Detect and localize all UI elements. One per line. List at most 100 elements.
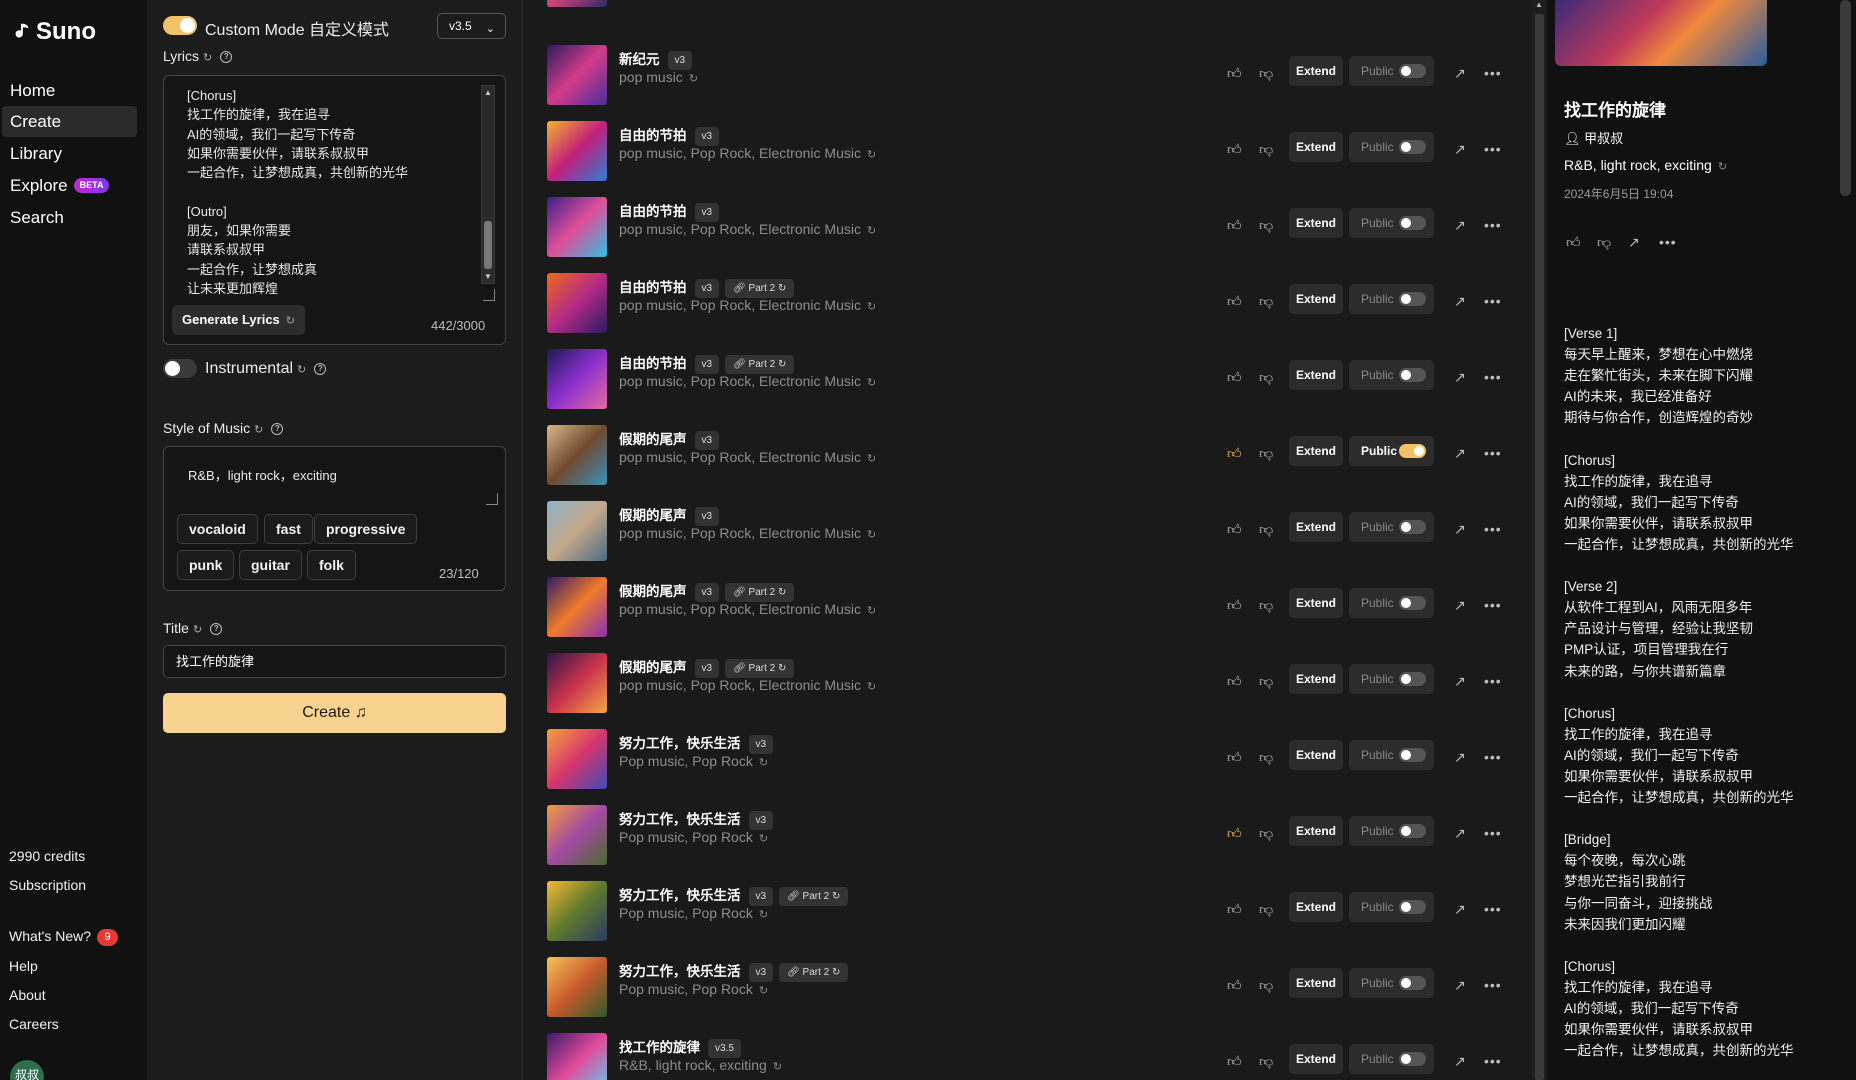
public-toggle-button[interactable]: Public [1349,512,1434,542]
song-title[interactable]: 假期的尾声 [619,660,687,675]
extend-button[interactable]: Extend [1289,208,1343,238]
public-toggle-button[interactable]: Public [1349,968,1434,998]
public-toggle[interactable] [1399,1052,1426,1066]
song-cover[interactable] [547,1033,607,1080]
share-icon[interactable]: ↗ [1454,673,1466,690]
public-toggle-button[interactable]: Public [1349,816,1434,846]
song-row[interactable]: 努力工作，快乐生活 v3 🔗︎ Part 2 ↻ Pop music, Pop Ro… [524,950,1524,1026]
style-input[interactable]: R&B，light rock，exciting [188,465,337,484]
song-cover[interactable] [547,729,607,789]
share-icon[interactable]: ↗ [1454,445,1466,462]
public-toggle[interactable] [1399,292,1426,306]
public-toggle-button[interactable]: Public [1349,588,1434,618]
more-options-icon[interactable]: ••• [1484,217,1502,233]
song-cover[interactable] [547,349,607,409]
custom-mode-toggle[interactable] [163,16,197,35]
public-toggle[interactable] [1399,64,1426,78]
resize-handle-icon[interactable] [486,493,498,505]
song-title[interactable]: 自由的节拍 [619,204,687,219]
song-title[interactable]: 自由的节拍 [619,280,687,295]
thumbs-down-icon[interactable]: 👎︎ [1259,369,1273,386]
detail-author[interactable]: 👤︎ 甲叔叔 [1564,128,1623,147]
share-icon[interactable]: ↗ [1454,1053,1466,1070]
part-tag[interactable]: 🔗︎ Part 2 ↻ [725,278,795,298]
thumbs-up-icon[interactable]: 👍︎ [1227,65,1242,82]
thumbs-up-icon[interactable]: 👍︎ [1227,1053,1242,1070]
create-button[interactable]: Create ♫ [163,693,506,733]
style-tag-vocaloid[interactable]: vocaloid [177,514,258,544]
more-options-icon[interactable]: ••• [1484,597,1502,613]
thumbs-up-icon[interactable]: 👍︎ [1227,369,1242,386]
style-tag-folk[interactable]: folk [307,550,356,580]
song-cover[interactable] [547,957,607,1017]
more-options-icon[interactable]: ••• [1484,1053,1502,1069]
song-cover[interactable] [547,197,607,257]
public-toggle[interactable] [1399,748,1426,762]
thumbs-down-icon[interactable]: 👎︎ [1259,521,1273,538]
share-icon[interactable]: ↗ [1454,749,1466,766]
lyrics-scrollbar[interactable]: ▲ ▼ [481,85,495,284]
part-tag[interactable]: 🔗︎ Part 2 ↻ [779,886,849,906]
extend-button[interactable]: Extend [1289,436,1343,466]
scroll-down-icon[interactable]: ▼ [484,272,492,281]
share-icon[interactable]: ↗ [1454,65,1466,82]
song-row[interactable]: 努力工作，快乐生活 v3 🔗︎ Part 2 ↻ Pop music, Pop Ro… [524,874,1524,950]
extend-button[interactable]: Extend [1289,132,1343,162]
extend-button[interactable]: Extend [1289,968,1343,998]
careers-link[interactable]: Careers [9,1016,59,1032]
song-cover[interactable] [547,121,607,181]
more-options-icon[interactable]: ••• [1484,445,1502,461]
public-toggle-button[interactable]: Public [1349,664,1434,694]
nav-home[interactable]: Home [2,75,137,106]
public-toggle[interactable] [1399,216,1426,230]
part-tag[interactable]: 🔗︎ Part 2 ↻ [725,658,795,678]
song-row[interactable]: 自由的节拍 v3 🔗︎ Part 2 ↻ pop music, Pop Rock, … [524,266,1524,342]
more-options-icon[interactable]: ••• [1484,65,1502,81]
generate-lyrics-button[interactable]: Generate Lyrics ↻ [172,305,306,335]
part-tag[interactable]: 🔗︎ Part 2 ↻ [725,582,795,602]
instrumental-toggle[interactable] [163,359,197,378]
more-options-icon[interactable]: ••• [1484,521,1502,537]
thumbs-up-icon[interactable]: 👍︎ [1227,217,1242,234]
scroll-up-icon[interactable]: ▲ [1535,0,1543,9]
share-icon[interactable]: ↗ [1454,141,1466,158]
help-icon[interactable]: ? [314,362,327,375]
more-options-icon[interactable]: ••• [1484,673,1502,689]
thumbs-up-icon[interactable]: 👍︎ [1227,521,1242,538]
more-options-icon[interactable]: ••• [1484,825,1502,841]
song-title[interactable]: 努力工作，快乐生活 [619,888,741,903]
public-toggle-button[interactable]: Public [1349,360,1434,390]
thumbs-up-icon[interactable]: 👍︎ [1227,673,1242,690]
song-row[interactable]: 假期的尾声 v3 🔗︎ Part 2 ↻ pop music, Pop Rock, … [524,646,1524,722]
song-title[interactable]: 找工作的旋律 [619,1040,700,1055]
nav-search[interactable]: Search [2,202,137,233]
share-icon[interactable]: ↗ [1628,234,1640,251]
song-row[interactable]: 自由的节拍 v3 pop music, Pop Rock, Electronic … [524,190,1524,266]
song-title[interactable]: 努力工作，快乐生活 [619,736,741,751]
about-link[interactable]: About [9,987,46,1003]
thumbs-down-icon[interactable]: 👎︎ [1259,293,1273,310]
song-title[interactable]: 努力工作，快乐生活 [619,812,741,827]
song-row[interactable]: 努力工作，快乐生活 v3 Pop music, Pop Rock ↻ 👍︎ 👎︎ E… [524,798,1524,874]
thumbs-down-icon[interactable]: 👎︎ [1259,141,1273,158]
nav-explore[interactable]: Explore BETA [2,170,137,201]
extend-button[interactable]: Extend [1289,664,1343,694]
whats-new-link[interactable]: What's New? 9 [9,928,119,946]
song-cover[interactable] [547,577,607,637]
public-toggle-button[interactable]: Public [1349,436,1434,466]
lyrics-textarea[interactable]: [Chorus] 找工作的旋律，我在追寻 AI的领域，我们一起写下传奇 如果你需… [187,86,477,301]
song-cover[interactable] [547,653,607,713]
thumbs-up-icon[interactable]: 👍︎ [1227,825,1242,842]
extend-button[interactable]: Extend [1289,892,1343,922]
suno-logo[interactable]: Suno [10,18,96,46]
thumbs-up-icon[interactable]: 👍︎ [1227,749,1242,766]
public-toggle-button[interactable]: Public [1349,132,1434,162]
thumbs-down-icon[interactable]: 👎︎ [1259,977,1273,994]
public-toggle[interactable] [1399,900,1426,914]
song-row[interactable]: 自由的节拍 v3 pop music, Pop Rock, Electronic … [524,114,1524,190]
nav-library[interactable]: Library [2,138,137,169]
song-row-partial[interactable] [524,0,1524,16]
song-row[interactable]: 假期的尾声 v3 pop music, Pop Rock, Electronic … [524,418,1524,494]
extend-button[interactable]: Extend [1289,588,1343,618]
thumbs-down-icon[interactable]: 👎︎ [1259,673,1273,690]
